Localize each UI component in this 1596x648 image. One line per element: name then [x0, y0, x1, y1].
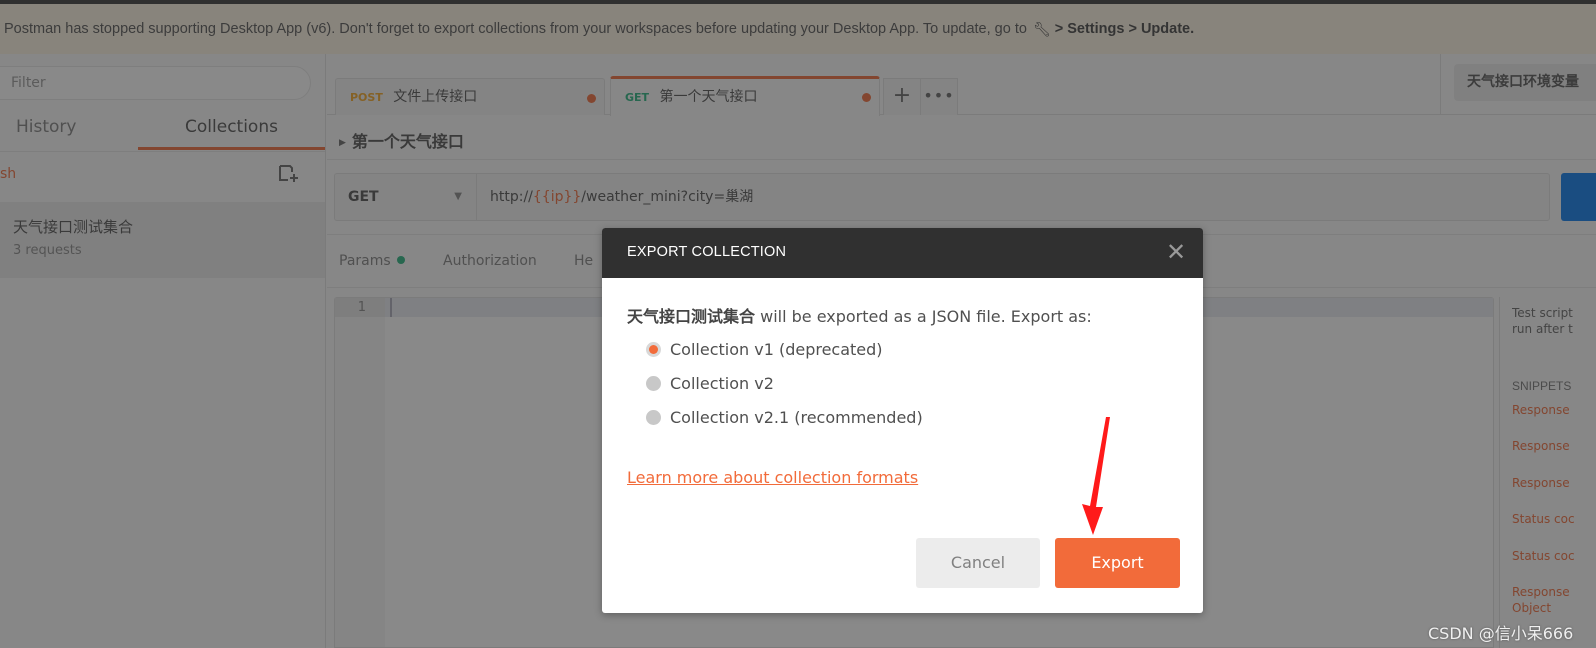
collection-name: 天气接口测试集合	[627, 307, 756, 326]
watermark: CSDN @信小呆666	[1428, 624, 1574, 643]
learn-more-link[interactable]: Learn more about collection formats	[627, 468, 918, 487]
radio-label: Collection v2.1 (recommended)	[670, 408, 923, 427]
description-text: will be exported as a JSON file. Export …	[755, 307, 1092, 326]
export-collection-modal: EXPORT COLLECTION ✕ 天气接口测试集合 will be exp…	[602, 228, 1203, 613]
radio-unchecked-icon[interactable]	[646, 376, 661, 391]
close-icon[interactable]: ✕	[1165, 240, 1187, 264]
radio-collection-v2[interactable]: Collection v2	[646, 374, 774, 393]
radio-unchecked-icon[interactable]	[646, 410, 661, 425]
radio-label: Collection v2	[670, 374, 774, 393]
radio-collection-v1[interactable]: Collection v1 (deprecated)	[646, 340, 883, 359]
radio-collection-v2-1[interactable]: Collection v2.1 (recommended)	[646, 408, 923, 427]
cancel-button[interactable]: Cancel	[916, 538, 1040, 588]
modal-header: EXPORT COLLECTION ✕	[602, 228, 1203, 278]
radio-checked-icon[interactable]	[646, 342, 661, 357]
modal-title: EXPORT COLLECTION	[627, 244, 787, 260]
modal-description: 天气接口测试集合 will be exported as a JSON file…	[627, 303, 1092, 327]
radio-label: Collection v1 (deprecated)	[670, 340, 883, 359]
export-button[interactable]: Export	[1055, 538, 1180, 588]
